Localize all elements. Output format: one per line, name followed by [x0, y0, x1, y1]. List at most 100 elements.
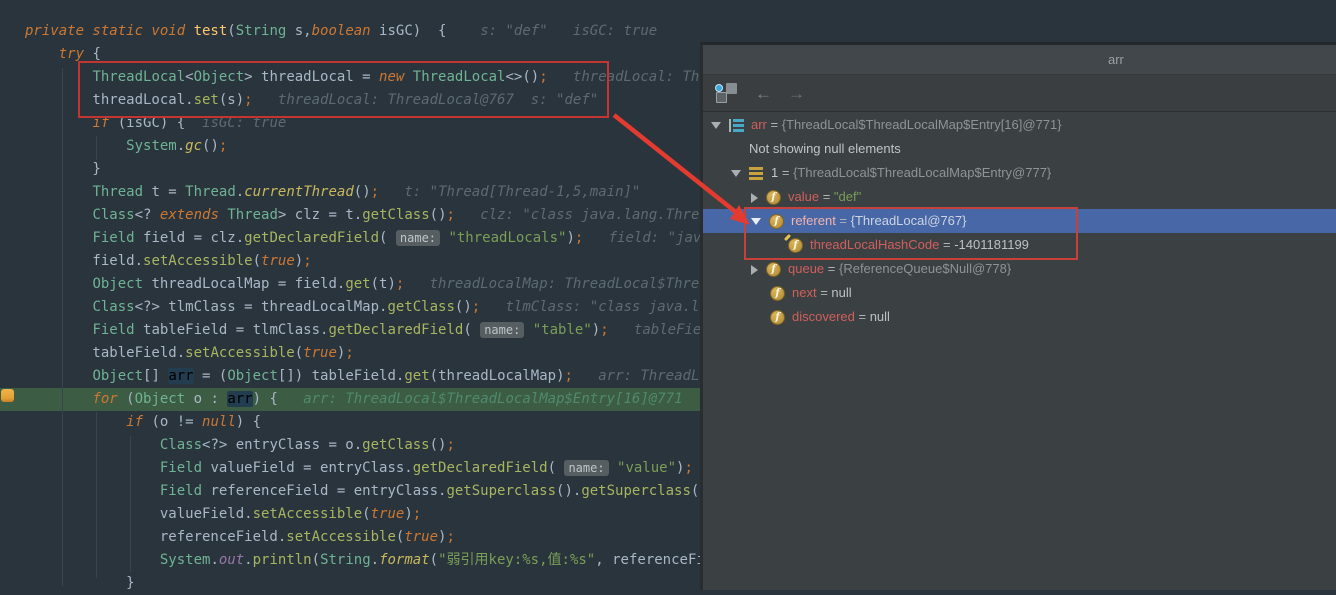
code-token: extends — [160, 207, 219, 223]
code-token: ( — [548, 460, 565, 476]
code-token: () — [354, 184, 371, 200]
chevron-down-icon[interactable] — [751, 218, 761, 225]
code-token — [25, 322, 92, 338]
panel-toolbar: ← → — [703, 75, 1336, 112]
tree-row-1[interactable]: 1 = {ThreadLocal$ThreadLocalMap$Entry@77… — [703, 161, 1336, 185]
equals-sign: = — [817, 285, 832, 300]
code-token: Thread — [227, 207, 278, 223]
code-token: tableField = tlmClass. — [135, 322, 329, 338]
indent-guide — [62, 68, 63, 586]
variable-name: queue — [788, 261, 824, 276]
equals-sign: = — [767, 117, 782, 132]
field-icon — [769, 286, 786, 301]
code-token: isGC) { — [371, 23, 455, 39]
code-token: []) tableField. — [278, 368, 404, 384]
bookmark-icon[interactable] — [1, 389, 14, 402]
code-token: field = clz. — [135, 230, 245, 246]
field-icon — [765, 190, 782, 205]
forward-icon[interactable]: → — [788, 85, 805, 102]
code-token: getSuperclass — [581, 483, 691, 499]
code-token — [609, 460, 617, 476]
tree-row-value[interactable]: value = "def" — [703, 185, 1336, 209]
code-token — [25, 230, 92, 246]
code-token — [25, 138, 126, 154]
code-token — [25, 46, 59, 62]
code-token: "弱引用key:%s,值:%s" — [438, 552, 595, 568]
code-token: (). — [556, 483, 581, 499]
code-token: = ( — [194, 368, 228, 384]
code-token: boolean — [312, 23, 371, 39]
code-token: Object — [227, 368, 278, 384]
code-token — [25, 391, 92, 407]
code-token: ThreadLocal — [413, 69, 506, 85]
variables-tree: arr = {ThreadLocal$ThreadLocalMap$Entry[… — [703, 113, 1336, 329]
tree-row-threadLocalHashCode[interactable]: threadLocalHashCode = -1401181199 — [703, 233, 1336, 257]
code-token: ( — [463, 322, 480, 338]
chevron-down-icon[interactable] — [711, 122, 721, 129]
code-token: ; — [446, 437, 454, 453]
code-token: <?> tlmClass = threadLocalMap. — [135, 299, 388, 315]
tree-row-referent[interactable]: referent = {ThreadLocal@767} — [703, 209, 1336, 233]
code-token: if — [126, 414, 143, 430]
code-token: <?> entryClass = o. — [202, 437, 362, 453]
code-token: > threadLocal = — [244, 69, 379, 85]
debugger-inspect-panel: arr ← → arr = {ThreadLocal$ThreadLocalMa… — [700, 42, 1336, 590]
code-token: get — [345, 276, 370, 292]
code-line[interactable]: private static void test(String s,boolea… — [0, 20, 1336, 43]
equals-sign: = — [836, 213, 851, 228]
chevron-right-icon[interactable] — [751, 265, 758, 275]
view-options-icon[interactable] — [713, 82, 739, 104]
tree-row-queue[interactable]: queue = {ReferenceQueue$Null@778} — [703, 257, 1336, 281]
code-token: referenceField. — [25, 529, 286, 545]
code-token: Thread — [185, 184, 236, 200]
code-token: ( — [253, 253, 261, 269]
param-hint-pill: name: — [396, 230, 440, 246]
code-token: () — [202, 138, 219, 154]
chevron-right-icon[interactable] — [751, 193, 758, 203]
code-token — [25, 276, 92, 292]
code-token: . — [177, 138, 185, 154]
variable-name: value — [788, 189, 819, 204]
param-hint-pill: name: — [480, 322, 524, 338]
variable-name: discovered — [792, 309, 855, 324]
code-token: . — [210, 552, 218, 568]
code-token: ) — [404, 506, 412, 522]
code-token: ; — [472, 299, 480, 315]
code-token: ( — [312, 552, 320, 568]
code-token: get — [404, 368, 429, 384]
code-token: ) — [566, 230, 574, 246]
code-token: getDeclaredField — [413, 460, 548, 476]
inline-debug-hint: isGC: true — [194, 115, 287, 131]
code-token: <? — [135, 207, 160, 223]
code-token — [25, 552, 160, 568]
code-token: } — [25, 575, 135, 591]
code-token: Class — [92, 207, 134, 223]
tree-row-arr[interactable]: arr = {ThreadLocal$ThreadLocalMap$Entry[… — [703, 113, 1336, 137]
code-token: getClass — [362, 207, 429, 223]
code-token: "threadLocals" — [448, 230, 566, 246]
field-icon — [765, 262, 782, 277]
code-token: (t) — [371, 276, 396, 292]
code-token: t = — [143, 184, 185, 200]
code-token: "table" — [533, 322, 592, 338]
code-token: getSuperclass — [446, 483, 556, 499]
code-token: ; — [600, 322, 608, 338]
code-token — [25, 460, 160, 476]
code-token: ( — [118, 391, 135, 407]
back-icon[interactable]: ← — [755, 85, 772, 102]
chevron-down-icon[interactable] — [731, 170, 741, 177]
view-options-icon-front — [716, 92, 727, 103]
equals-sign: = — [819, 189, 834, 204]
code-token: String — [320, 552, 371, 568]
tree-note[interactable]: Not showing null elements — [703, 137, 1336, 161]
code-token: > clz = t. — [278, 207, 362, 223]
code-token: () — [430, 207, 447, 223]
elem-icon — [748, 166, 765, 181]
inline-debug-hint: threadLocal: ThreadLocal@767 s: "def" — [253, 92, 599, 108]
code-token: test — [194, 23, 228, 39]
tree-row-discovered[interactable]: discovered = null — [703, 305, 1336, 329]
code-token: (isGC) { — [109, 115, 193, 131]
code-token: tableField. — [25, 345, 185, 361]
code-token: private static void — [25, 23, 194, 39]
tree-row-next[interactable]: next = null — [703, 281, 1336, 305]
